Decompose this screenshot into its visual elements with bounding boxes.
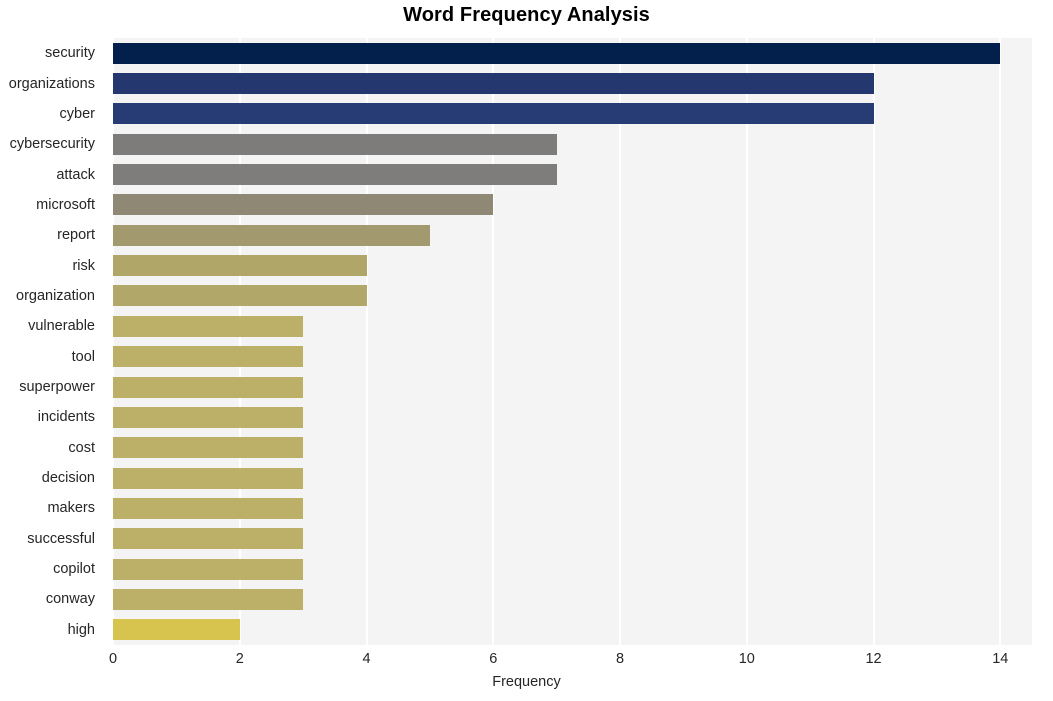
bar-row [113, 315, 1032, 337]
y-tick-label-decision: decision [41, 470, 95, 487]
x-tick-label-10: 10 [738, 651, 755, 667]
bar-decision [113, 467, 304, 489]
y-tick-label-organizations: organizations [8, 75, 95, 92]
x-tick-label-2: 2 [235, 651, 244, 667]
y-tick-label-cybersecurity: cybersecurity [9, 136, 95, 153]
bar-superpower [113, 376, 304, 398]
y-tick-label-security: security [45, 45, 95, 62]
y-tick-label-organization: organization [16, 287, 95, 304]
x-tick-label-6: 6 [489, 651, 498, 667]
y-tick-label-conway: conway [45, 591, 95, 608]
y-tick-label-microsoft: microsoft [36, 196, 95, 213]
bar-row [113, 103, 1032, 125]
y-tick-label-vulnerable: vulnerable [28, 318, 95, 335]
bar-row [113, 528, 1032, 550]
bar-row [113, 164, 1032, 186]
x-tick-label-0: 0 [108, 651, 118, 667]
word-frequency-chart: Word Frequency Analysis security organiza… [0, 0, 1053, 701]
bar-row [113, 255, 1032, 277]
y-tick-label-copilot: copilot [53, 561, 95, 578]
bar-row [113, 376, 1032, 398]
bar-row [113, 285, 1032, 307]
bar-row [113, 588, 1032, 610]
bar-cyber [113, 103, 874, 125]
bar-row [113, 194, 1032, 216]
x-axis-label: Frequency [492, 674, 561, 690]
bar-row [113, 467, 1032, 489]
bar-row [113, 73, 1032, 95]
bar-row [113, 437, 1032, 459]
y-tick-label-makers: makers [47, 500, 95, 517]
y-tick-label-cyber: cyber [59, 105, 95, 122]
page-title: Word Frequency Analysis [403, 4, 650, 26]
bar-tool [113, 346, 304, 368]
bar-row [113, 42, 1032, 64]
x-tick-label-4: 4 [362, 651, 371, 667]
y-tick-label-tool: tool [71, 348, 95, 365]
bar-row [113, 406, 1032, 428]
bar-successful [113, 528, 304, 550]
bar-vulnerable [113, 315, 304, 337]
y-tick-label-risk: risk [72, 257, 95, 274]
bar-row [113, 224, 1032, 246]
y-tick-label-report: report [57, 227, 95, 244]
bar-attack [113, 164, 557, 186]
bar-risk [113, 255, 367, 277]
bar-high [113, 619, 240, 641]
y-tick-label-attack: attack [56, 166, 95, 183]
bar-microsoft [113, 194, 494, 216]
bar-report [113, 224, 430, 246]
bar-organizations [113, 73, 874, 95]
x-axis-tick-labels: 0 2 4 6 8 10 12 14 [0, 651, 1053, 673]
bar-conway [113, 588, 304, 610]
bar-row [113, 346, 1032, 368]
y-tick-label-incidents: incidents [37, 409, 95, 426]
x-tick-label-12: 12 [865, 651, 882, 667]
bar-series [113, 38, 1032, 645]
bar-cost [113, 437, 304, 459]
bar-row [113, 619, 1032, 641]
x-tick-label-8: 8 [615, 651, 625, 667]
y-tick-label-high: high [67, 621, 95, 638]
bar-security [113, 42, 1001, 64]
y-tick-label-cost: cost [68, 439, 95, 456]
bar-copilot [113, 558, 304, 580]
plot-area [112, 38, 1032, 645]
bar-row [113, 497, 1032, 519]
y-axis-tick-labels: security organizations cyber cybersecurity a… [0, 38, 104, 645]
bar-makers [113, 497, 304, 519]
bar-row [113, 133, 1032, 155]
y-tick-label-superpower: superpower [19, 379, 95, 396]
y-tick-label-successful: successful [27, 530, 95, 547]
bar-cybersecurity [113, 133, 557, 155]
bar-organization [113, 285, 367, 307]
x-tick-label-14: 14 [992, 651, 1009, 667]
bar-row [113, 558, 1032, 580]
bar-incidents [113, 406, 304, 428]
